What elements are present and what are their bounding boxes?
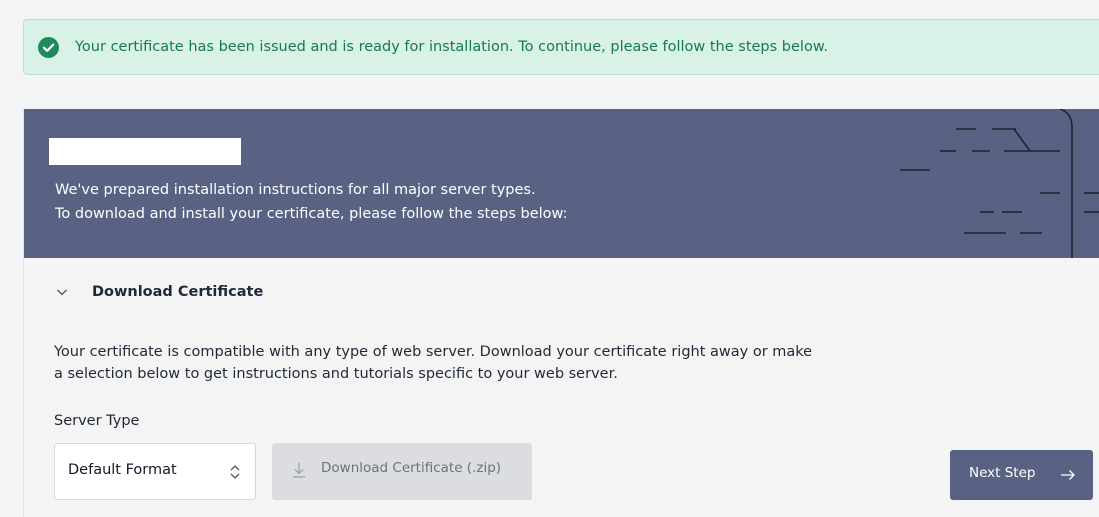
next-step-label: Next Step: [969, 465, 1036, 481]
alert-message: Your certificate has been issued and is …: [75, 39, 828, 55]
installation-card: We've prepared installation instructions…: [23, 109, 1099, 517]
download-button-label: Download Certificate (.zip): [321, 460, 502, 476]
server-type-value: Default Format: [68, 462, 177, 478]
banner-text-line-2: To download and install your certificate…: [55, 206, 568, 222]
banner-title-placeholder: [49, 138, 241, 165]
server-type-label: Server Type: [54, 413, 140, 429]
download-certificate-toggle[interactable]: Download Certificate: [55, 284, 263, 300]
success-alert: Your certificate has been issued and is …: [23, 19, 1099, 75]
instructions-banner: We've prepared installation instructions…: [24, 109, 1099, 258]
server-type-select[interactable]: Default Format: [54, 443, 256, 500]
server-illustration-icon: [900, 109, 1099, 258]
section-title: Download Certificate: [92, 284, 264, 300]
banner-text-line-1: We've prepared installation instructions…: [55, 182, 536, 198]
select-arrows-icon: [230, 465, 240, 479]
next-step-button[interactable]: Next Step: [950, 450, 1093, 500]
download-certificate-button[interactable]: Download Certificate (.zip): [272, 443, 532, 500]
section-description: Your certificate is compatible with any …: [54, 344, 813, 382]
certificate-page: Your certificate has been issued and is …: [0, 0, 1099, 517]
check-circle-icon: [38, 37, 59, 58]
download-icon: [293, 463, 305, 478]
chevron-down-icon: [57, 289, 67, 296]
arrow-right-icon: [1061, 470, 1075, 480]
